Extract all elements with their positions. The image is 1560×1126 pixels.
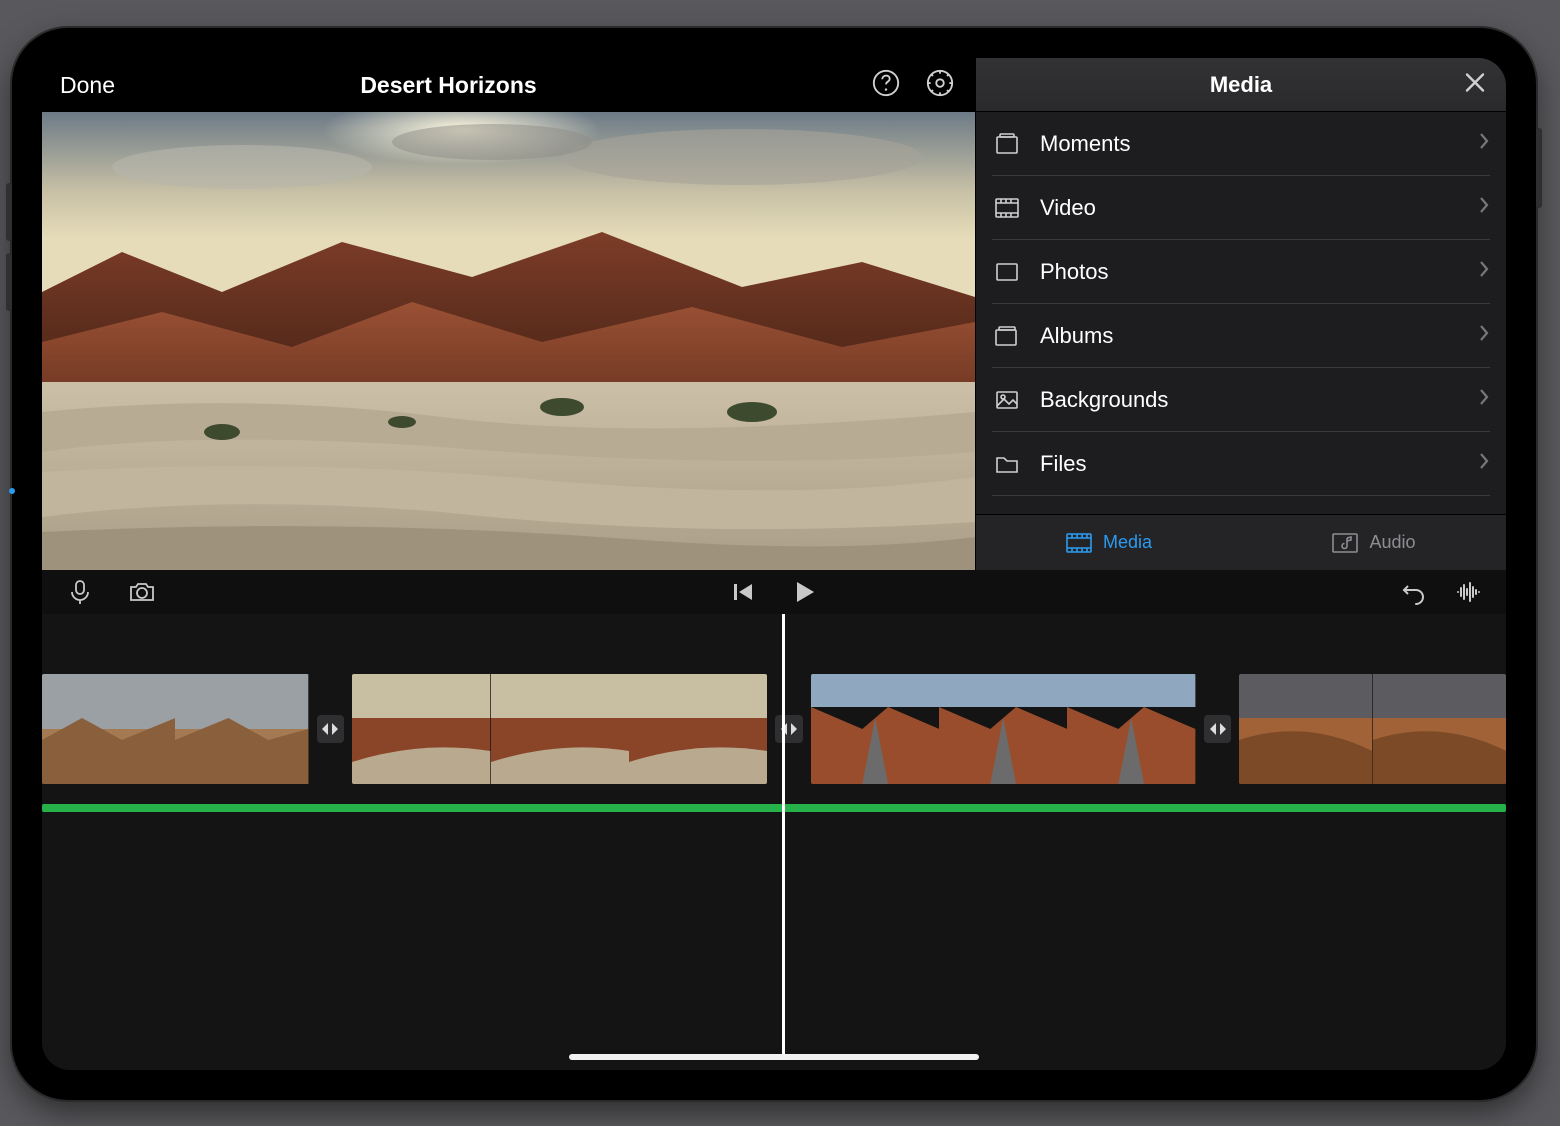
chevron-right-icon xyxy=(1478,132,1490,155)
chevron-right-icon xyxy=(1478,452,1490,475)
media-item-photos[interactable]: Photos xyxy=(992,240,1490,304)
media-item-moments[interactable]: Moments xyxy=(992,112,1490,176)
media-browser-panel: Media Moments xyxy=(975,58,1506,570)
media-item-backgrounds[interactable]: Backgrounds xyxy=(992,368,1490,432)
tab-media[interactable]: Media xyxy=(976,515,1241,570)
close-icon[interactable] xyxy=(1464,71,1486,98)
moments-icon xyxy=(992,129,1022,159)
media-item-label: Moments xyxy=(1040,131,1460,157)
editor-topbar: Done Desert Horizons xyxy=(42,58,975,112)
backgrounds-icon xyxy=(992,385,1022,415)
volume-down-button[interactable] xyxy=(6,253,12,311)
chevron-right-icon xyxy=(1478,388,1490,411)
video-track xyxy=(42,674,1506,784)
media-item-label: Files xyxy=(1040,451,1460,477)
chevron-right-icon xyxy=(1478,260,1490,283)
media-panel-header: Media xyxy=(976,58,1506,112)
timeline-clip[interactable] xyxy=(352,674,767,784)
timeline[interactable] xyxy=(42,614,1506,1070)
media-source-list: Moments Video xyxy=(976,112,1506,514)
media-item-label: Backgrounds xyxy=(1040,387,1460,413)
playhead[interactable] xyxy=(782,614,785,1060)
audio-track[interactable] xyxy=(42,804,1506,812)
media-item-label: Albums xyxy=(1040,323,1460,349)
tab-audio[interactable]: Audio xyxy=(1241,515,1506,570)
project-title: Desert Horizons xyxy=(42,72,855,99)
side-indicator-dot xyxy=(9,488,15,494)
video-preview[interactable] xyxy=(42,112,975,570)
transition-node[interactable] xyxy=(775,715,803,743)
tab-audio-label: Audio xyxy=(1369,532,1415,553)
timeline-clip[interactable] xyxy=(42,674,309,784)
transition-node[interactable] xyxy=(1204,715,1232,743)
media-item-files[interactable]: Files xyxy=(992,432,1490,496)
media-panel-title: Media xyxy=(1210,72,1272,98)
timeline-clip[interactable] xyxy=(811,674,1196,784)
playback-controls xyxy=(730,578,818,606)
media-item-label: Video xyxy=(1040,195,1460,221)
undo-icon[interactable] xyxy=(1400,578,1428,606)
photos-icon xyxy=(992,257,1022,287)
timeline-toolbar xyxy=(42,570,1506,614)
media-item-video[interactable]: Video xyxy=(992,176,1490,240)
timeline-clip[interactable] xyxy=(1239,674,1506,784)
home-indicator[interactable] xyxy=(569,1054,979,1060)
chevron-right-icon xyxy=(1478,324,1490,347)
done-button[interactable]: Done xyxy=(60,72,115,99)
camera-icon[interactable] xyxy=(128,578,156,606)
media-panel-tabs: Media Audio xyxy=(976,514,1506,570)
files-icon xyxy=(992,449,1022,479)
tab-media-label: Media xyxy=(1103,532,1152,553)
albums-icon xyxy=(992,321,1022,351)
audio-waveform-icon[interactable] xyxy=(1454,578,1482,606)
play-icon[interactable] xyxy=(790,578,818,606)
media-item-albums[interactable]: Albums xyxy=(992,304,1490,368)
media-item-label: Photos xyxy=(1040,259,1460,285)
video-icon xyxy=(992,193,1022,223)
chevron-right-icon xyxy=(1478,196,1490,219)
volume-up-button[interactable] xyxy=(6,183,12,241)
transition-node[interactable] xyxy=(317,715,345,743)
skip-previous-icon[interactable] xyxy=(730,579,756,605)
microphone-icon[interactable] xyxy=(66,578,94,606)
help-icon[interactable] xyxy=(871,68,901,103)
power-button[interactable] xyxy=(1536,128,1542,208)
settings-gear-icon[interactable] xyxy=(925,68,955,103)
